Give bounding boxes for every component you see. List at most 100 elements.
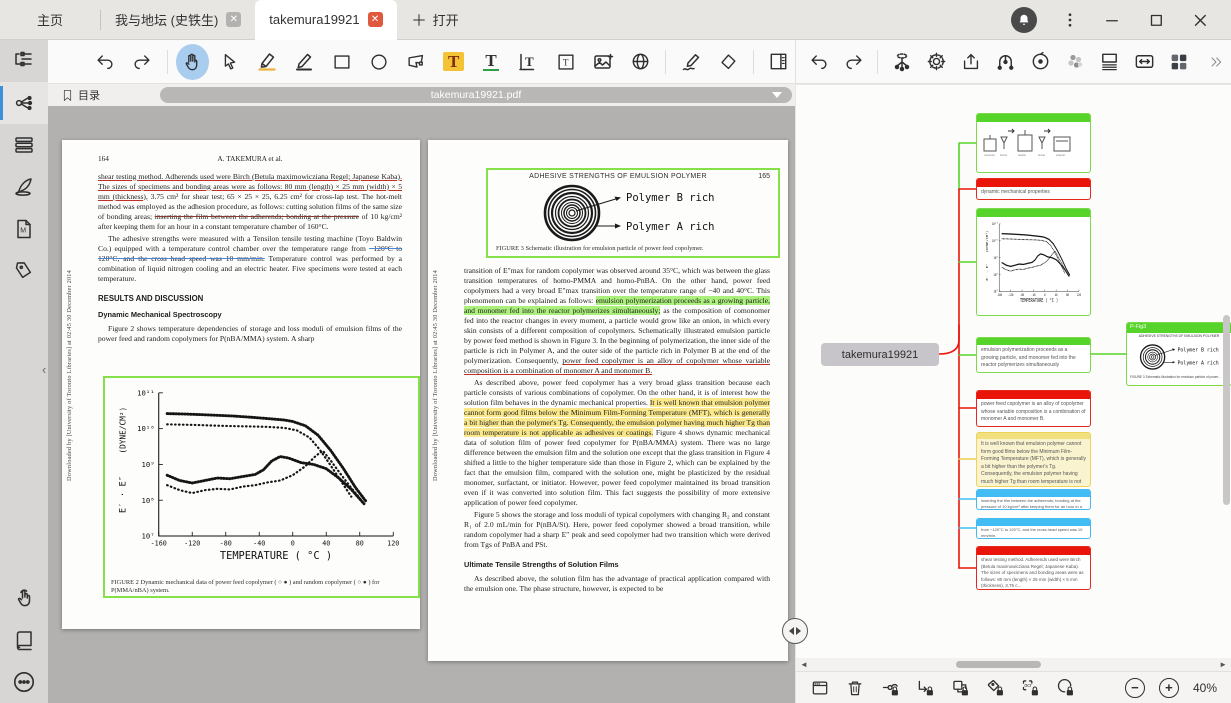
chevron-down-icon[interactable] bbox=[772, 92, 782, 98]
sidebar-tags-button[interactable] bbox=[0, 250, 48, 292]
map-grid-view-button[interactable] bbox=[1164, 44, 1195, 80]
page-layout-button[interactable] bbox=[762, 44, 795, 80]
scroll-left-arrow[interactable]: ◄ bbox=[796, 660, 812, 669]
figure2-caption: FIGURE 2 Dynamic mechanical data of powe… bbox=[111, 579, 412, 595]
pen-tool-button[interactable] bbox=[288, 44, 321, 80]
mindmap-canvas[interactable]: takemura19921 monomerfunnelreactorfunnel… bbox=[796, 85, 1231, 658]
panel-divider-toggle[interactable] bbox=[782, 618, 808, 644]
document-title-bar[interactable]: takemura19921.pdf bbox=[160, 87, 792, 103]
map-branch-style-button[interactable] bbox=[990, 44, 1021, 80]
mindmap-node-shear-testing[interactable]: shear testing method. Adherends used wer… bbox=[976, 546, 1091, 590]
mindmap-node-strike-2[interactable]: from −120°C to 120°C, and the cross head… bbox=[976, 518, 1091, 539]
figure2-annotation-rect[interactable]: 10¹¹10¹⁰10⁹10⁸10⁷-160-120-80-4004080120T… bbox=[103, 376, 420, 598]
mindmap-node-figure1[interactable]: monomerfunnelreactorfunnelpolymer bbox=[976, 113, 1091, 173]
page-number: 164 bbox=[98, 154, 138, 164]
strikethrough-text-tool-button[interactable]: T bbox=[512, 44, 545, 80]
mindmap-horizontal-scrollbar[interactable]: ◄ ► bbox=[796, 658, 1231, 671]
map-redo-button[interactable] bbox=[839, 44, 870, 80]
globe-icon bbox=[629, 50, 652, 73]
figure3-annotation-rect[interactable]: ADHESIVE STRENGTHS OF EMULSION POLYMER 1… bbox=[486, 168, 780, 258]
maximize-button[interactable] bbox=[1147, 11, 1165, 29]
connector-lock-button[interactable] bbox=[909, 674, 941, 702]
svg-text:TEMPERATURE ( °C ): TEMPERATURE ( °C ) bbox=[220, 550, 332, 562]
svg-text:-160: -160 bbox=[996, 292, 1002, 297]
sidebar-library-button[interactable] bbox=[0, 619, 48, 661]
sidebar-outline-button[interactable] bbox=[0, 40, 48, 82]
link-tool-button[interactable] bbox=[624, 44, 657, 80]
map-undo-button[interactable] bbox=[804, 44, 835, 80]
polygon-tool-button[interactable] bbox=[400, 44, 433, 80]
ocr-lock-button[interactable]: ocr bbox=[1014, 674, 1046, 702]
home-tab[interactable]: 主页 bbox=[0, 10, 100, 29]
svg-text:(DYNE/CM²): (DYNE/CM²) bbox=[985, 230, 988, 252]
undo-button[interactable] bbox=[88, 44, 121, 80]
minimize-button[interactable] bbox=[1103, 11, 1121, 29]
eraser-tool-button[interactable] bbox=[711, 44, 744, 80]
mindmap-node-copolymer-alloy[interactable]: power feed copolymer is an alloy of copo… bbox=[976, 390, 1091, 427]
mindmap-node-emulsion-polymerization[interactable]: emulsion polymerization proceeds as a gr… bbox=[976, 337, 1091, 373]
tag-lock-button[interactable] bbox=[979, 674, 1011, 702]
underline-text-tool-button[interactable]: T bbox=[474, 44, 507, 80]
page-number: 165 bbox=[740, 173, 770, 180]
map-toolbar-more-button[interactable] bbox=[1200, 44, 1231, 80]
svg-text:T: T bbox=[525, 54, 534, 69]
ellipse-tool-button[interactable] bbox=[362, 44, 395, 80]
select-tool-button[interactable] bbox=[213, 44, 246, 80]
mindmap-node-mft[interactable]: It is well known that emulsion polymer c… bbox=[976, 432, 1091, 487]
tab-label: takemura19921 bbox=[269, 12, 359, 27]
mindmap-center-node[interactable]: takemura19921 bbox=[821, 343, 939, 366]
rectangle-tool-button[interactable] bbox=[325, 44, 358, 80]
map-fit-width-button[interactable] bbox=[1129, 44, 1160, 80]
delete-node-button[interactable] bbox=[839, 674, 871, 702]
highlight-text-tool-button[interactable]: T bbox=[437, 44, 470, 80]
tab-close-icon[interactable]: ✕ bbox=[226, 12, 241, 27]
notification-bell-button[interactable] bbox=[1011, 7, 1037, 33]
sidebar-notes-button[interactable] bbox=[0, 124, 48, 166]
card-view-button[interactable] bbox=[804, 674, 836, 702]
insert-image-tool-button[interactable] bbox=[586, 44, 619, 80]
quill-pen-icon bbox=[12, 175, 36, 199]
pin-lock-button[interactable] bbox=[874, 674, 906, 702]
map-theme-button[interactable] bbox=[1060, 44, 1091, 80]
mindmap-node-figure3[interactable]: P-Fig3 ADHESIVE STRENGTHS OF EMULSION PO… bbox=[1126, 322, 1231, 386]
zoom-in-button[interactable]: + bbox=[1159, 678, 1179, 698]
hand-tool-button[interactable] bbox=[176, 44, 209, 80]
tab-close-icon[interactable]: ✕ bbox=[368, 12, 383, 27]
map-settings-button[interactable] bbox=[921, 44, 952, 80]
tab-document-1[interactable]: 我与地坛 (史铁生) ✕ bbox=[101, 0, 255, 40]
sidebar-gesture-button[interactable] bbox=[0, 577, 48, 619]
svg-text:10⁸: 10⁸ bbox=[993, 272, 998, 277]
map-layout-button[interactable] bbox=[1094, 44, 1125, 80]
triangle-left-icon bbox=[789, 627, 794, 635]
signature-tool-button[interactable] bbox=[674, 44, 707, 80]
mindmap-vertical-scrollbar[interactable] bbox=[1223, 315, 1230, 505]
mindmap-node-strike-1[interactable]: inserting the film between the adherends… bbox=[976, 489, 1091, 510]
tab-document-2-active[interactable]: takemura19921 ✕ bbox=[255, 0, 396, 40]
scroll-right-arrow[interactable]: ► bbox=[1215, 660, 1231, 669]
map-history-button[interactable] bbox=[1025, 44, 1056, 80]
svg-text:-40: -40 bbox=[1031, 292, 1035, 297]
redo-button[interactable] bbox=[125, 44, 158, 80]
textbox-tool-button[interactable]: T bbox=[549, 44, 582, 80]
map-structure-button[interactable] bbox=[886, 44, 917, 80]
collapse-panel-arrow[interactable]: ‹ bbox=[42, 362, 46, 377]
duplicate-lock-button[interactable] bbox=[944, 674, 976, 702]
sidebar-markdown-button[interactable]: M bbox=[0, 208, 48, 250]
sidebar-more-button[interactable] bbox=[0, 661, 48, 703]
lasso-lock-button[interactable] bbox=[1049, 674, 1081, 702]
open-file-button[interactable]: 打开 bbox=[397, 10, 473, 29]
highlighter-tool-button[interactable] bbox=[250, 44, 283, 80]
sidebar-annotation-button[interactable] bbox=[0, 166, 48, 208]
toc-button[interactable]: 目录 bbox=[48, 87, 100, 103]
close-button[interactable] bbox=[1191, 11, 1209, 29]
scrollbar-thumb[interactable] bbox=[956, 661, 1041, 668]
sidebar-mindmap-button[interactable] bbox=[0, 82, 48, 124]
mindmap-node-dynamic-properties[interactable]: dynamic mechanical properties bbox=[976, 178, 1091, 200]
pdf-page-right[interactable]: Downloaded by [University of Toronto Lib… bbox=[428, 140, 788, 661]
bookmark-icon bbox=[62, 89, 73, 102]
pdf-page-left[interactable]: Downloaded by [University of Toronto Lib… bbox=[62, 140, 420, 629]
map-export-button[interactable] bbox=[956, 44, 987, 80]
zoom-out-button[interactable]: − bbox=[1125, 678, 1145, 698]
kebab-menu-icon[interactable] bbox=[1063, 11, 1077, 29]
mindmap-node-figure2[interactable]: 10¹¹10¹⁰10⁹10⁸10⁷-160-120-80-4004080120T… bbox=[976, 208, 1091, 316]
